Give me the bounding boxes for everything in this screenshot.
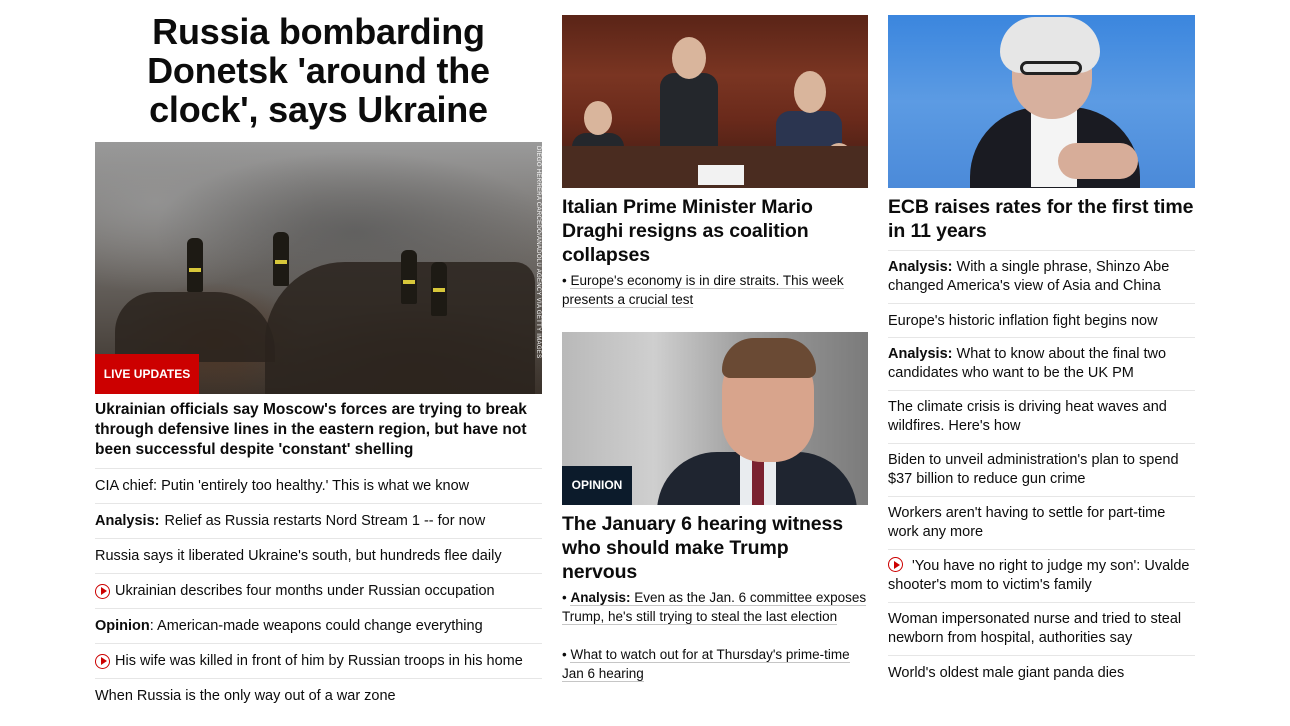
analysis-label: Analysis:: [888, 259, 953, 275]
draghi-photo[interactable]: [562, 15, 868, 188]
analysis-label: Analysis:: [95, 513, 160, 529]
list-item[interactable]: World's oldest male giant panda dies: [888, 655, 1195, 689]
live-updates-badge[interactable]: LIVE UPDATES: [95, 354, 199, 394]
firefighter-figure: [401, 250, 417, 304]
link-text[interactable]: Biden to unveil administration's plan to…: [888, 452, 1179, 487]
list-item[interactable]: Analysis: What to know about the final t…: [888, 337, 1195, 390]
play-video-icon: [95, 583, 110, 599]
list-item[interactable]: Workers aren't having to settle for part…: [888, 496, 1195, 549]
link-text[interactable]: His wife was killed in front of him by R…: [115, 644, 523, 678]
photo-credit: DIEGO HERRERA CARCEDO/ANADOLU AGENCY VIA…: [535, 146, 541, 359]
list-item[interactable]: The climate crisis is driving heat waves…: [888, 390, 1195, 443]
link-text[interactable]: CIA chief: Putin 'entirely too healthy.'…: [95, 469, 469, 503]
paper-shape: [698, 165, 744, 185]
list-item[interactable]: Analysis: With a single phrase, Shinzo A…: [888, 250, 1195, 303]
list-item[interactable]: Woman impersonated nurse and tried to st…: [888, 602, 1195, 655]
link-text[interactable]: 'You have no right to judge my son': Uva…: [888, 558, 1190, 593]
ecb-headline[interactable]: ECB raises rates for the first time in 1…: [888, 195, 1195, 243]
figure-shape: [584, 101, 612, 135]
list-item[interactable]: Analysis: Relief as Russia restarts Nord…: [95, 503, 542, 538]
witness-headline[interactable]: The January 6 hearing witness who should…: [562, 512, 868, 584]
witness-photo[interactable]: OPINION: [562, 332, 868, 505]
lead-headline[interactable]: Russia bombarding Donetsk 'around the cl…: [95, 12, 542, 129]
link-text[interactable]: Woman impersonated nurse and tried to st…: [888, 611, 1181, 646]
draghi-headline[interactable]: Italian Prime Minister Mario Draghi resi…: [562, 195, 868, 267]
list-item[interactable]: Ukrainian describes four months under Ru…: [95, 573, 542, 608]
figure-shape: [794, 71, 826, 113]
analysis-label: Analysis:: [570, 590, 631, 605]
figure-shape: [1058, 143, 1138, 179]
firefighter-figure: [431, 262, 447, 316]
link-text[interactable]: Russia says it liberated Ukraine's south…: [95, 539, 502, 573]
lead-summary[interactable]: Ukrainian officials say Moscow's forces …: [95, 400, 542, 460]
lead-column: Russia bombarding Donetsk 'around the cl…: [95, 0, 542, 704]
list-item[interactable]: 'You have no right to judge my son': Uva…: [888, 549, 1195, 602]
link-text[interactable]: Europe's economy is in dire straits. Thi…: [562, 273, 844, 308]
lead-related-links: CIA chief: Putin 'entirely too healthy.'…: [95, 468, 542, 713]
right-related-links: Analysis: With a single phrase, Shinzo A…: [888, 250, 1195, 689]
link-text[interactable]: Ukrainian describes four months under Ru…: [115, 574, 495, 608]
analysis-label: Analysis:: [888, 346, 953, 362]
link-text[interactable]: Workers aren't having to settle for part…: [888, 505, 1165, 540]
play-video-icon: [888, 557, 903, 572]
list-item[interactable]: Europe's historic inflation fight begins…: [888, 303, 1195, 337]
list-item[interactable]: Opinion : American-made weapons could ch…: [95, 608, 542, 643]
link-text[interactable]: World's oldest male giant panda dies: [888, 665, 1124, 681]
rubble-shape: [115, 292, 275, 362]
bullet-link[interactable]: • Europe's economy is in dire straits. T…: [562, 271, 868, 309]
ecb-photo[interactable]: [888, 15, 1195, 188]
list-item[interactable]: Russia says it liberated Ukraine's south…: [95, 538, 542, 573]
link-text[interactable]: When Russia is the only way out of a war…: [95, 679, 396, 713]
link-text[interactable]: What to watch out for at Thursday's prim…: [562, 647, 850, 682]
lead-photo[interactable]: DIEGO HERRERA CARCEDO/ANADOLU AGENCY VIA…: [95, 142, 542, 394]
figure-shape: [1020, 61, 1082, 75]
figure-shape: [722, 338, 816, 378]
list-item[interactable]: His wife was killed in front of him by R…: [95, 643, 542, 678]
link-text[interactable]: Relief as Russia restarts Nord Stream 1 …: [164, 504, 485, 538]
play-video-icon: [95, 653, 110, 669]
opinion-badge[interactable]: OPINION: [562, 466, 632, 505]
firefighter-figure: [187, 238, 203, 292]
rubble-shape: [265, 262, 535, 394]
list-item[interactable]: CIA chief: Putin 'entirely too healthy.'…: [95, 468, 542, 503]
figure-shape: [752, 460, 764, 505]
list-item[interactable]: When Russia is the only way out of a war…: [95, 678, 542, 713]
bullet-link[interactable]: • What to watch out for at Thursday's pr…: [562, 645, 868, 683]
figure-shape: [672, 37, 706, 79]
firefighter-figure: [273, 232, 289, 286]
bullet-link[interactable]: • Analysis: Even as the Jan. 6 committee…: [562, 588, 868, 626]
list-item[interactable]: Biden to unveil administration's plan to…: [888, 443, 1195, 496]
link-text[interactable]: The climate crisis is driving heat waves…: [888, 399, 1167, 434]
opinion-label: Opinion: [95, 618, 150, 634]
link-text[interactable]: : American-made weapons could change eve…: [150, 609, 483, 643]
link-text[interactable]: Europe's historic inflation fight begins…: [888, 313, 1158, 329]
